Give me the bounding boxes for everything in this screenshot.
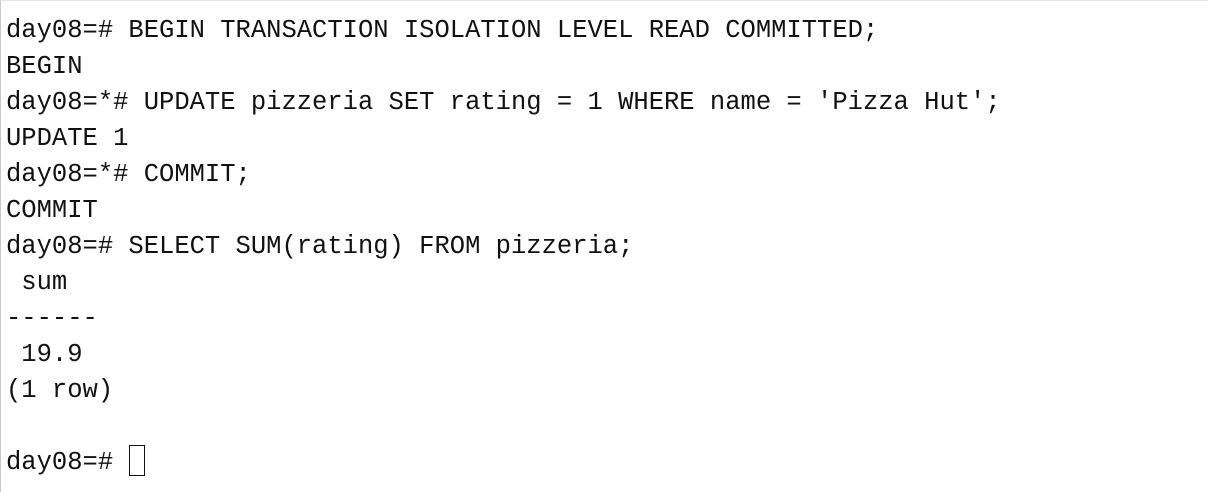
result-column-header: sum xyxy=(6,268,68,297)
terminal-line-commit-output: COMMIT xyxy=(6,196,98,225)
prompt-text: day08=# xyxy=(6,448,129,477)
result-row-count: (1 row) xyxy=(6,376,114,405)
terminal-line-begin-command: day08=# BEGIN TRANSACTION ISOLATION LEVE… xyxy=(6,16,879,45)
result-separator: ------ xyxy=(6,304,98,333)
terminal-line-update-output: UPDATE 1 xyxy=(6,124,129,153)
terminal-line-begin-output: BEGIN xyxy=(6,52,83,81)
result-value: 19.9 xyxy=(6,340,83,369)
terminal-line-update-command: day08=*# UPDATE pizzeria SET rating = 1 … xyxy=(6,88,1001,117)
terminal-line-select-command: day08=# SELECT SUM(rating) FROM pizzeria… xyxy=(6,232,634,261)
cursor-block xyxy=(129,445,146,476)
active-prompt-line[interactable]: day08=# xyxy=(6,445,1208,481)
terminal-line-commit-command: day08=*# COMMIT; xyxy=(6,160,251,189)
terminal-window[interactable]: day08=# BEGIN TRANSACTION ISOLATION LEVE… xyxy=(0,0,1208,492)
